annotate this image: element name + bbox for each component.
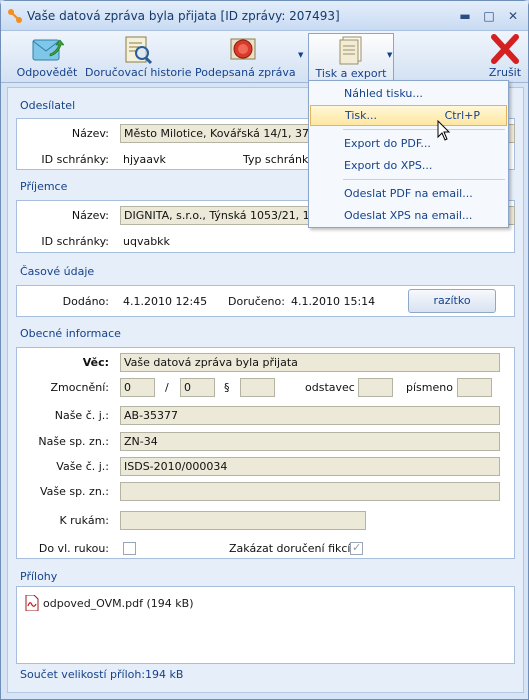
auth-letter-field[interactable] xyxy=(457,378,492,397)
pdf-file-icon xyxy=(25,595,39,611)
recipient-box-id-label: ID schránky: xyxy=(41,235,109,248)
sender-section-title: Odesílatel xyxy=(20,99,76,112)
received-value: 4.1.2010 15:14 xyxy=(291,295,376,308)
sender-box-type-label: Typ schránky: xyxy=(243,153,318,166)
minimize-icon[interactable]: ▬ xyxy=(457,9,473,23)
print-export-button[interactable]: Tisk a export xyxy=(308,33,394,85)
delivery-history-label: Doručovací historie xyxy=(85,66,192,79)
menu-export-xps[interactable]: Export do XPS... xyxy=(310,155,507,176)
message-window: Vaše datová zpráva byla přijata [ID zprá… xyxy=(0,0,529,700)
disable-fiction-checkbox[interactable] xyxy=(350,541,363,555)
app-logo-icon xyxy=(8,9,22,23)
time-group: Dodáno: 4.1.2010 12:45 Doručeno: 4.1.201… xyxy=(16,285,515,317)
auth-paragraph-sign: § xyxy=(224,381,230,394)
personal-delivery-checkbox[interactable] xyxy=(123,542,136,555)
auth-slash: / xyxy=(165,381,169,394)
delivered-value: 4.1.2010 12:45 xyxy=(123,295,208,308)
reply-label: Odpovědět xyxy=(16,66,78,79)
disable-fiction-label: Zakázat doručení fikcí: xyxy=(229,542,355,555)
menu-email-xps[interactable]: Odeslat XPS na email... xyxy=(310,205,507,226)
menu-print[interactable]: Tisk... Ctrl+P xyxy=(310,105,507,126)
cancel-label: Zrušit xyxy=(488,66,522,79)
reply-icon xyxy=(32,39,64,61)
print-export-icon xyxy=(339,36,362,65)
print-export-menu: Náhled tisku... Tisk... Ctrl+P Export do… xyxy=(308,80,509,228)
your-ref-field[interactable]: ISDS-2010/000034 xyxy=(120,457,500,476)
attachment-item[interactable]: odpoved_OVM.pdf (194 kB) xyxy=(25,595,194,611)
title-bar: Vaše datová zpráva byla přijata [ID zprá… xyxy=(1,1,528,31)
your-file-field[interactable] xyxy=(120,482,500,501)
print-export-label: Tisk a export xyxy=(315,67,387,80)
recipient-section-title: Příjemce xyxy=(20,180,68,193)
sender-name-label: Název: xyxy=(71,127,109,140)
our-file-field[interactable]: ZN-34 xyxy=(120,432,500,451)
auth-letter-label: písmeno xyxy=(406,381,453,394)
delivery-history-icon xyxy=(125,36,153,64)
your-ref-label: Vaše č. j.: xyxy=(56,460,109,473)
subject-field[interactable]: Vaše datová zpráva byla přijata xyxy=(120,353,500,372)
personal-delivery-label: Do vl. rukou: xyxy=(38,542,109,555)
auth-number-field[interactable]: 0 xyxy=(120,378,155,397)
menu-export-pdf[interactable]: Export do PDF... xyxy=(310,133,507,154)
stamp-button[interactable]: razítko xyxy=(408,289,496,313)
attention-field[interactable] xyxy=(120,511,366,530)
signed-message-icon xyxy=(230,38,256,60)
time-section-title: Časové údaje xyxy=(20,265,95,278)
auth-paragraph-field[interactable] xyxy=(240,378,275,397)
close-icon[interactable]: ✕ xyxy=(505,9,521,23)
auth-section-field[interactable] xyxy=(358,378,393,397)
menu-separator xyxy=(343,129,505,130)
attention-label: K rukám: xyxy=(59,514,109,527)
menu-print-label: Tisk... xyxy=(345,109,378,122)
menu-email-pdf[interactable]: Odeslat PDF na email... xyxy=(310,183,507,204)
menu-separator xyxy=(343,179,505,180)
general-group: Věc: Vaše datová zpráva byla přijata Zmo… xyxy=(16,347,515,559)
print-export-dropdown-icon[interactable]: ▼ xyxy=(387,51,392,59)
authorization-label: Zmocnění: xyxy=(50,381,109,394)
general-section-title: Obecné informace xyxy=(20,327,121,340)
reply-button[interactable]: Odpovědět xyxy=(15,33,79,81)
delivery-history-button[interactable]: Doručovací historie xyxy=(85,33,192,81)
your-file-label: Vaše sp. zn.: xyxy=(39,485,109,498)
attachments-list[interactable]: odpoved_OVM.pdf (194 kB) xyxy=(16,586,515,664)
attachments-section-title: Přílohy xyxy=(20,570,58,583)
sender-box-id-label: ID schránky: xyxy=(41,153,109,166)
recipient-name-label: Název: xyxy=(71,209,109,222)
cancel-button[interactable]: Zrušit xyxy=(485,33,525,81)
our-file-label: Naše sp. zn.: xyxy=(38,435,109,448)
our-ref-field[interactable]: AB-35377 xyxy=(120,406,500,425)
recipient-box-id-value: uqvabkk xyxy=(123,235,170,248)
received-label: Doručeno: xyxy=(228,295,285,308)
auth-year-field[interactable]: 0 xyxy=(180,378,215,397)
subject-label: Věc: xyxy=(82,356,109,369)
attachments-total-label: Součet velikostí příloh: xyxy=(20,668,146,681)
our-ref-label: Naše č. j.: xyxy=(54,409,109,422)
attachments-total-value: 194 kB xyxy=(145,668,184,681)
cancel-x-icon xyxy=(491,34,519,64)
maximize-icon[interactable]: □ xyxy=(481,9,497,23)
mouse-cursor-icon xyxy=(437,120,451,141)
sender-box-id-value: hjyaavk xyxy=(123,153,166,166)
attachment-name: odpoved_OVM.pdf (194 kB) xyxy=(43,597,194,610)
delivered-label: Dodáno: xyxy=(62,295,109,308)
auth-section-label: odstavec xyxy=(305,381,355,394)
menu-print-preview[interactable]: Náhled tisku... xyxy=(310,83,507,104)
signed-message-button[interactable]: Podepsaná zpráva xyxy=(195,33,296,81)
signed-message-dropdown-icon[interactable]: ▼ xyxy=(298,51,303,59)
window-title: Vaše datová zpráva byla přijata [ID zprá… xyxy=(27,9,340,23)
toolbar: Odpovědět Doručovací historie Podepsaná … xyxy=(1,31,528,85)
signed-message-label: Podepsaná zpráva xyxy=(195,66,296,79)
